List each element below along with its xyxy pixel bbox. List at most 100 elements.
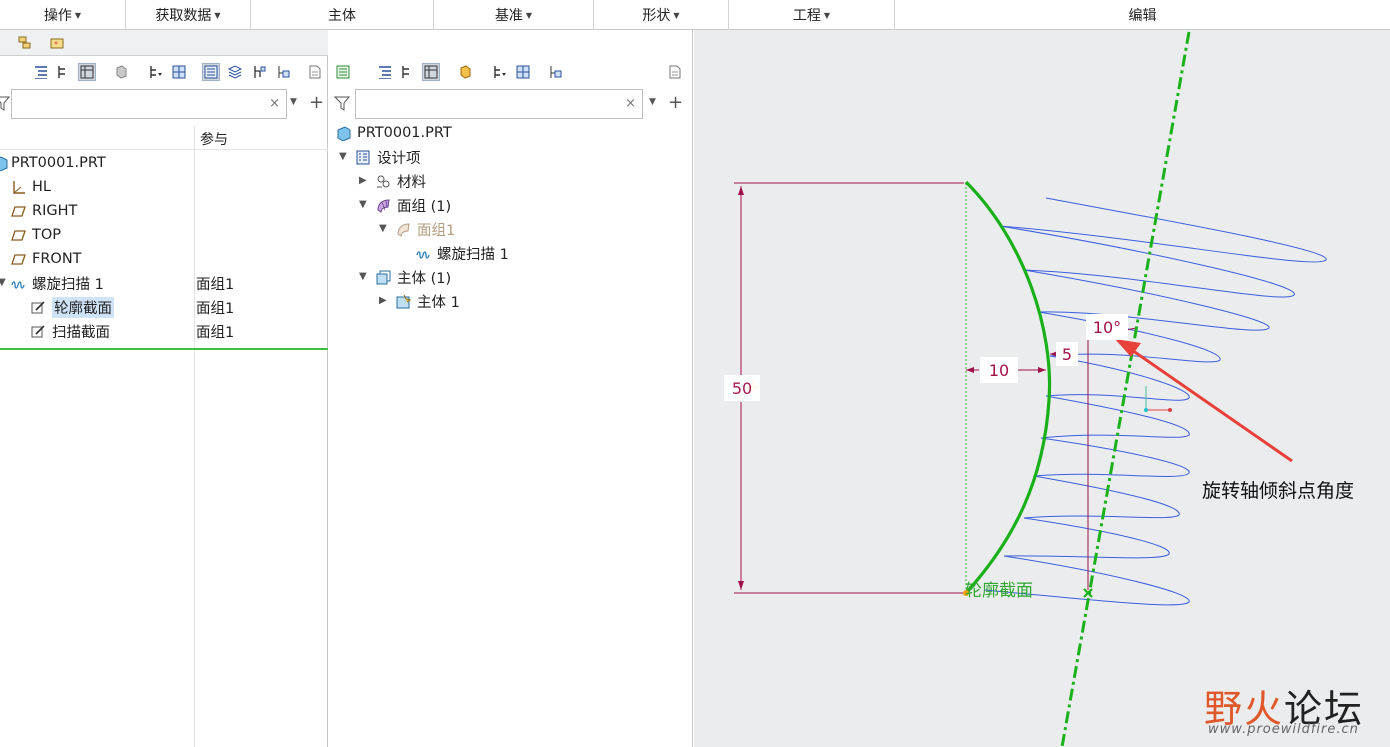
tree-search-box[interactable]: ×: [11, 89, 287, 119]
stack-icon: [228, 65, 242, 79]
expand-arrow-icon[interactable]: ▶: [379, 295, 387, 306]
tree-layers-button[interactable]: [226, 63, 244, 81]
list-box-icon: [204, 65, 218, 79]
list-box-green-icon: [336, 65, 350, 79]
rotation-axis[interactable]: [1060, 31, 1191, 747]
clear-search-icon[interactable]: ×: [625, 96, 636, 111]
tree-settings-button[interactable]: [170, 63, 188, 81]
profile-section-label: 轮廓截面: [965, 581, 1033, 601]
design-items-icon: [355, 149, 371, 165]
tree-expand-button[interactable]: [54, 63, 72, 81]
layers-icon: [18, 36, 31, 49]
tree-filter-toggle[interactable]: [78, 63, 96, 81]
body-icon: [395, 293, 411, 309]
tree-item-hl[interactable]: HL: [10, 175, 51, 199]
datum-plane-icon: [10, 203, 26, 219]
sort-icon: [494, 66, 506, 78]
column-header-participation[interactable]: 参与: [200, 129, 228, 149]
helical-sweep-icon: [415, 245, 431, 261]
navigator-tabs: *: [0, 30, 328, 56]
ribbon-group-get-data[interactable]: 获取数据 ▼: [126, 0, 251, 30]
ribbon-group-engineering[interactable]: 工程 ▼: [729, 0, 895, 30]
search-dropdown-icon[interactable]: ▼: [290, 97, 297, 107]
detail-table-toggle[interactable]: [422, 63, 440, 81]
tree-components-button[interactable]: [274, 63, 292, 81]
detail-search-input[interactable]: [356, 90, 600, 118]
detail-sort-button[interactable]: [490, 63, 508, 81]
tree-item-profile-section[interactable]: 轮廓截面 面组1: [30, 295, 328, 319]
add-filter-icon[interactable]: +: [668, 92, 683, 113]
detail-options-button[interactable]: [666, 63, 684, 81]
annotation-text: 旋转轴倾斜点角度: [1202, 480, 1355, 502]
detail-item-helical-sweep[interactable]: 螺旋扫描 1: [415, 241, 509, 265]
detail-expand-button[interactable]: [398, 63, 416, 81]
ribbon: 操作 ▼ 获取数据 ▼ 主体 基准 ▼ 形状 ▼ 工程 ▼ 编辑: [0, 0, 1390, 30]
tree-item-participation: 面组1: [196, 300, 235, 317]
ribbon-group-operations[interactable]: 操作 ▼: [0, 0, 126, 30]
quilt-icon: [375, 197, 391, 213]
sketch-canvas[interactable]: [694, 30, 1390, 747]
ribbon-group-editing[interactable]: 编辑: [895, 0, 1390, 30]
tree-item-front[interactable]: FRONT: [10, 247, 82, 271]
tree-item-helical-sweep[interactable]: 螺旋扫描 1 面组1: [10, 271, 328, 295]
detail-highlight-button[interactable]: [456, 63, 474, 81]
dimension-axis-offset[interactable]: 5: [1056, 342, 1078, 366]
clear-search-icon[interactable]: ×: [269, 96, 280, 111]
tree-show-button[interactable]: [202, 63, 220, 81]
tree-columns-button[interactable]: [32, 63, 50, 81]
tab-favorites[interactable]: *: [48, 34, 66, 52]
tree-search-input[interactable]: [12, 90, 245, 118]
collapse-arrow-icon[interactable]: ▼: [0, 277, 6, 288]
tab-layer-tree[interactable]: [16, 34, 34, 52]
column-divider[interactable]: [194, 126, 195, 747]
insert-here-marker[interactable]: [0, 348, 328, 350]
detail-item-bodies[interactable]: 主体 (1): [375, 265, 451, 289]
filter-icon[interactable]: [0, 96, 11, 112]
tree-item-right[interactable]: RIGHT: [10, 199, 77, 223]
tree-item-label: PRT0001.PRT: [11, 155, 106, 171]
collapse-arrow-icon[interactable]: ▼: [339, 151, 347, 162]
tree-item-top[interactable]: TOP: [10, 223, 61, 247]
dimension-angle[interactable]: 10°: [1086, 314, 1128, 340]
tree-structure-button[interactable]: [250, 63, 268, 81]
filter-icon[interactable]: [333, 96, 351, 112]
detail-show-button[interactable]: [334, 63, 352, 81]
ribbon-group-shapes[interactable]: 形状 ▼: [594, 0, 729, 30]
helical-sweep-icon: [10, 275, 26, 291]
search-dropdown-icon[interactable]: ▼: [649, 97, 656, 107]
components-icon: [550, 66, 562, 78]
tree-icon: [58, 66, 65, 78]
tree-item-sweep-section[interactable]: 扫描截面 面组1: [30, 319, 328, 343]
detail-settings-button[interactable]: [514, 63, 532, 81]
tree-item-prt0001[interactable]: PRT0001.PRT: [0, 151, 106, 175]
grid-blue-icon: [172, 65, 186, 79]
graphics-window[interactable]: 50 10 5 10° 轮廓截面 旋转轴倾斜点角度: [694, 30, 1390, 747]
detail-item-prt0001[interactable]: PRT0001.PRT: [335, 121, 452, 145]
tree-highlight-button[interactable]: [112, 63, 130, 81]
tree-options-button[interactable]: [306, 63, 324, 81]
ribbon-group-datum[interactable]: 基准 ▼: [434, 0, 594, 30]
sketch-icon: [30, 323, 46, 339]
expand-arrow-icon[interactable]: ▶: [359, 175, 367, 186]
collapse-arrow-icon[interactable]: ▼: [359, 199, 367, 210]
datum-plane-icon: [10, 227, 26, 243]
cube-orange-icon: [460, 65, 471, 79]
detail-search-box[interactable]: ×: [355, 89, 643, 119]
profile-arc[interactable]: [964, 180, 1052, 595]
detail-item-design-items[interactable]: 设计项: [355, 145, 421, 169]
ribbon-group-body[interactable]: 主体: [251, 0, 434, 30]
detail-item-body1[interactable]: 主体 1: [395, 289, 460, 313]
dimension-offset[interactable]: 10: [980, 357, 1018, 383]
add-filter-icon[interactable]: +: [309, 92, 324, 113]
detail-item-quilts[interactable]: 面组 (1): [375, 193, 451, 217]
collapse-arrow-icon[interactable]: ▼: [359, 271, 367, 282]
collapse-arrow-icon[interactable]: ▼: [379, 223, 387, 234]
annotation-arrow: [1115, 339, 1293, 463]
detail-components-button[interactable]: [546, 63, 564, 81]
material-icon: [375, 173, 391, 189]
dimension-height[interactable]: 50: [724, 375, 760, 401]
detail-item-material[interactable]: 材料: [375, 169, 426, 193]
detail-item-quilt1[interactable]: 面组1: [395, 217, 455, 241]
detail-columns-button[interactable]: [376, 63, 394, 81]
tree-sort-button[interactable]: [146, 63, 164, 81]
